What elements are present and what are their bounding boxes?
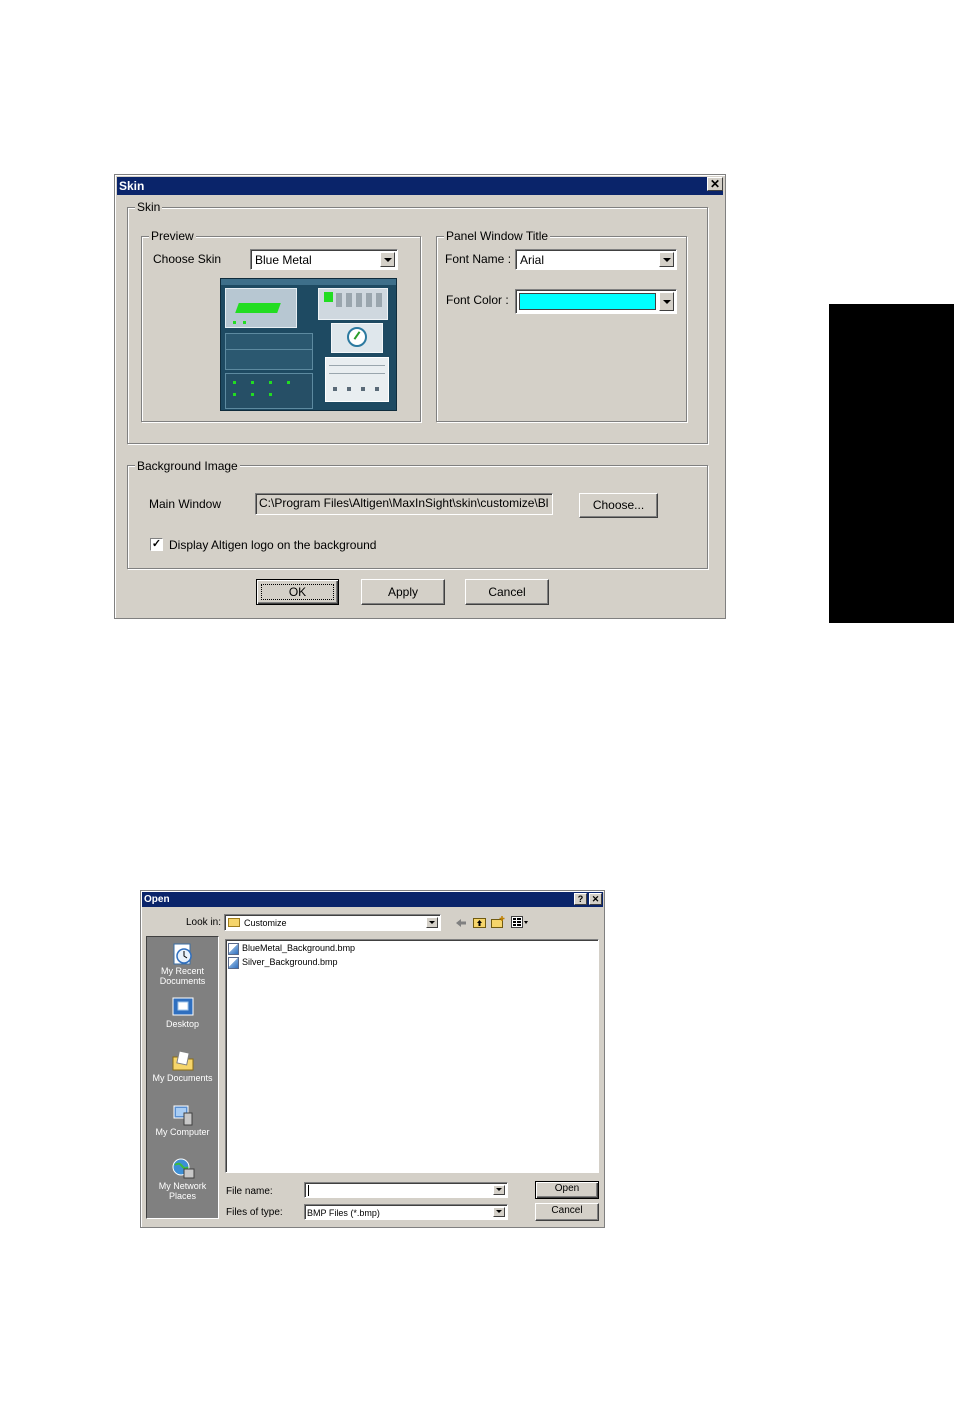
chevron-down-icon[interactable] [659, 292, 674, 311]
place-my-documents[interactable]: My Documents [147, 1049, 218, 1083]
side-tab [829, 304, 954, 623]
text-cursor [308, 1185, 309, 1196]
file-item[interactable]: BlueMetal_Background.bmp [228, 941, 355, 955]
cancel-button[interactable]: Cancel [535, 1203, 599, 1221]
new-folder-icon[interactable] [491, 916, 505, 928]
main-window-label: Main Window [149, 497, 222, 511]
display-logo-label: Display Altigen logo on the background [169, 538, 377, 552]
file-item-name: Silver_Background.bmp [242, 957, 338, 967]
font-name-dropdown[interactable]: Arial [515, 249, 677, 270]
skin-dialog-title: Skin [119, 179, 145, 193]
desktop-icon [170, 995, 196, 1019]
preview-group-label: Preview [149, 229, 196, 243]
folder-icon [228, 918, 240, 927]
place-my-computer[interactable]: My Computer [147, 1103, 218, 1137]
choose-skin-label: Choose Skin [153, 252, 222, 266]
file-item[interactable]: Silver_Background.bmp [228, 955, 338, 969]
choose-skin-value: Blue Metal [255, 253, 312, 267]
place-desktop[interactable]: Desktop [147, 995, 218, 1029]
font-color-label: Font Color : [446, 293, 509, 307]
main-window-path-field[interactable]: C:\Program Files\Altigen\MaxInSight\skin… [255, 493, 553, 515]
font-color-dropdown[interactable] [515, 289, 677, 314]
my-computer-icon [170, 1103, 196, 1127]
bitmap-file-icon [228, 956, 239, 969]
look-in-dropdown[interactable]: Customize [224, 914, 441, 931]
files-of-type-label: Files of type: [226, 1207, 283, 1218]
place-recent-documents[interactable]: My Recent Documents [147, 942, 218, 986]
file-name-field[interactable] [304, 1182, 508, 1198]
help-button[interactable]: ? [574, 893, 587, 905]
back-arrow-icon[interactable] [455, 918, 467, 928]
file-item-name: BlueMetal_Background.bmp [242, 943, 356, 953]
apply-button[interactable]: Apply [361, 579, 445, 605]
skin-dialog-titlebar[interactable]: Skin [117, 177, 723, 195]
background-image-label: Background Image [135, 459, 240, 473]
skin-preview-image [220, 278, 397, 411]
chevron-down-icon[interactable] [426, 917, 438, 928]
view-menu-icon[interactable] [511, 916, 529, 928]
network-places-icon [170, 1157, 196, 1181]
open-dialog-title: Open [144, 894, 170, 905]
up-folder-icon[interactable] [473, 916, 486, 928]
font-color-swatch [519, 293, 656, 310]
display-logo-checkbox[interactable]: ✓ [150, 538, 163, 551]
cancel-button[interactable]: Cancel [465, 579, 549, 605]
bitmap-file-icon [228, 942, 239, 955]
open-dialog-titlebar[interactable]: Open ? ✕ [142, 892, 603, 907]
place-label: Desktop [165, 1019, 200, 1029]
font-name-value: Arial [520, 253, 545, 267]
chevron-down-icon[interactable] [659, 252, 674, 267]
my-documents-icon [170, 1049, 196, 1073]
files-of-type-dropdown[interactable]: BMP Files (*.bmp) [304, 1204, 508, 1220]
chevron-down-icon[interactable] [380, 252, 395, 267]
skin-dialog: Skin ✕ Skin Preview Choose Skin Blue Met… [114, 174, 726, 619]
file-list[interactable]: BlueMetal_Background.bmp Silver_Backgrou… [225, 939, 599, 1173]
recent-documents-icon [170, 942, 196, 966]
ok-button[interactable]: OK [256, 579, 339, 605]
file-name-label: File name: [226, 1186, 273, 1197]
checkmark-icon: ✓ [151, 538, 162, 550]
panel-window-title-label: Panel Window Title [444, 229, 551, 243]
place-label: My Computer [155, 1127, 210, 1137]
choose-skin-dropdown[interactable]: Blue Metal [250, 249, 398, 270]
close-button[interactable]: ✕ [707, 177, 723, 191]
chevron-down-icon[interactable] [493, 1185, 505, 1195]
place-label: My Network Places [158, 1181, 207, 1201]
look-in-value: Customize [244, 918, 287, 928]
place-network[interactable]: My Network Places [147, 1157, 218, 1201]
places-bar: My Recent Documents Desktop My Documents… [146, 936, 219, 1219]
chevron-down-icon[interactable] [493, 1207, 505, 1217]
open-dialog: Open ? ✕ Look in: Customize My Recent Do… [140, 890, 605, 1228]
place-label: My Documents [152, 1073, 213, 1083]
close-button[interactable]: ✕ [589, 893, 602, 905]
look-in-label: Look in: [186, 917, 222, 928]
open-button[interactable]: Open [535, 1181, 599, 1199]
place-label: My Recent Documents [159, 966, 206, 986]
files-of-type-value: BMP Files (*.bmp) [307, 1208, 380, 1218]
font-name-label: Font Name : [445, 252, 512, 266]
ok-button-label: OK [288, 585, 307, 599]
choose-button[interactable]: Choose... [579, 493, 658, 518]
skin-group-label: Skin [135, 200, 163, 214]
